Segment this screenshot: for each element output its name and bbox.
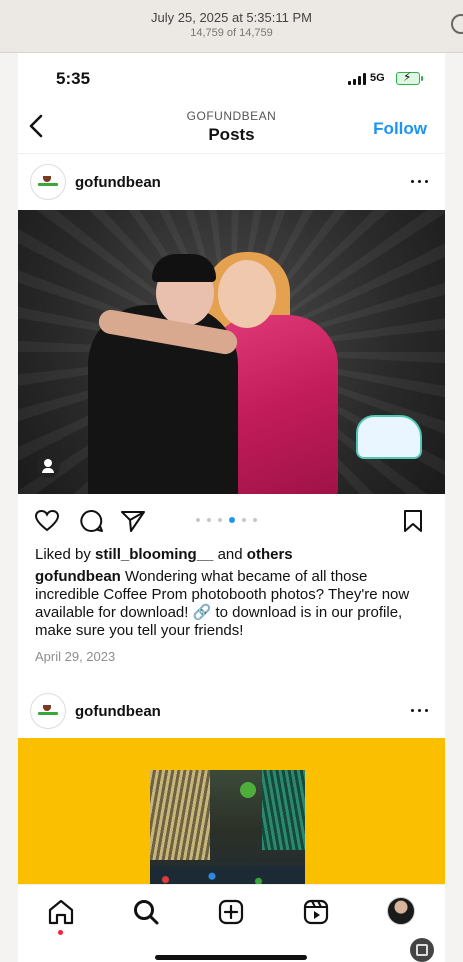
nav-header: GOFUNDBEAN Posts Follow <box>18 101 445 154</box>
bookmark-icon[interactable] <box>400 508 426 534</box>
search-icon[interactable] <box>131 897 161 927</box>
likes-summary: Liked by still_blooming__ and others <box>35 546 430 564</box>
comment-icon[interactable] <box>78 508 104 534</box>
post-username[interactable]: gofundbean <box>75 174 161 191</box>
post-date: April 29, 2023 <box>35 649 116 664</box>
profile-avatar-tab[interactable] <box>387 897 415 925</box>
user-tag-icon[interactable] <box>36 454 60 478</box>
heart-icon[interactable] <box>34 508 60 534</box>
post-photo <box>150 770 305 900</box>
notification-dot <box>58 930 63 935</box>
post-header: gofundbean <box>18 154 445 210</box>
photo-viewer-header: July 25, 2025 at 5:35:11 PM 14,759 of 14… <box>0 0 463 53</box>
caption-username[interactable]: gofundbean <box>35 568 121 585</box>
status-time: 5:35 <box>56 69 91 88</box>
post-image[interactable] <box>18 210 445 494</box>
phone-screen: 5:35 5G ⚡ GOFUNDBEAN Posts Follow gofund… <box>18 53 445 962</box>
liked-user-link[interactable]: still_blooming__ <box>95 546 213 563</box>
home-indicator[interactable] <box>155 955 307 960</box>
send-icon[interactable] <box>120 508 146 534</box>
bottom-tab-bar <box>18 884 445 945</box>
live-text-icon[interactable] <box>410 938 434 962</box>
home-icon[interactable] <box>46 897 76 927</box>
more-horizontal-icon[interactable] <box>411 173 429 189</box>
post-caption: Liked by still_blooming__ and others gof… <box>35 546 430 666</box>
post-username[interactable]: gofundbean <box>75 703 161 720</box>
caption-text: gofundbean Wondering what became of all … <box>35 568 430 640</box>
post-header: gofundbean <box>18 683 445 739</box>
battery-icon: ⚡ <box>396 70 423 85</box>
viewer-count: 14,759 of 14,759 <box>190 27 273 39</box>
liked-others-link[interactable]: others <box>247 546 293 563</box>
avatar[interactable] <box>30 164 66 200</box>
plus-square-icon[interactable] <box>216 897 246 927</box>
more-horizontal-icon[interactable] <box>411 702 429 718</box>
viewer-date: July 25, 2025 at 5:35:11 PM <box>151 10 312 25</box>
follow-button[interactable]: Follow <box>373 119 427 139</box>
signal-icon <box>348 73 366 85</box>
carousel-indicator <box>196 517 266 525</box>
status-bar: 5:35 5G ⚡ <box>18 53 445 101</box>
liked-mid: and <box>213 546 247 563</box>
post-actions <box>18 504 445 538</box>
liked-prefix: Liked by <box>35 546 96 563</box>
avatar[interactable] <box>30 693 66 729</box>
reels-icon[interactable] <box>301 897 331 927</box>
network-label: 5G <box>370 72 385 84</box>
